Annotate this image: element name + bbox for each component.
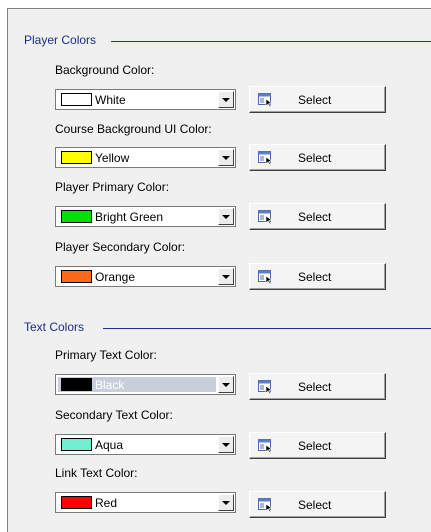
player-secondary-color-select-button[interactable]: Select xyxy=(249,263,386,290)
select-button-label: Select xyxy=(298,93,332,107)
player-colors-title: Player Colors xyxy=(24,33,98,47)
color-picker-icon xyxy=(258,498,273,512)
primary-text-color-value: Black xyxy=(95,377,125,392)
dropdown-button[interactable] xyxy=(218,91,234,108)
link-text-color-combo[interactable]: Red xyxy=(55,492,236,513)
dropdown-button[interactable] xyxy=(218,208,234,225)
link-text-color-selection: Red xyxy=(58,495,216,510)
secondary-text-color-selection: Aqua xyxy=(58,437,216,452)
secondary-text-color-combo[interactable]: Aqua xyxy=(55,434,236,455)
chevron-down-icon xyxy=(222,501,230,505)
chevron-down-icon xyxy=(222,443,230,447)
color-picker-icon xyxy=(258,93,273,107)
primary-text-color-select-button[interactable]: Select xyxy=(249,373,386,400)
background-color-select-button[interactable]: Select xyxy=(249,86,386,113)
course-background-ui-color-combo[interactable]: Yellow xyxy=(55,147,236,168)
course-background-ui-color-label: Course Background UI Color: xyxy=(55,122,212,136)
link-text-color-select-button[interactable]: Select xyxy=(249,491,386,518)
color-swatch xyxy=(61,93,92,106)
dropdown-button[interactable] xyxy=(218,376,234,393)
color-picker-icon xyxy=(258,439,273,453)
dropdown-button[interactable] xyxy=(218,436,234,453)
primary-text-color-selection: Black xyxy=(58,377,216,392)
background-color-label: Background Color: xyxy=(55,63,155,77)
color-picker-icon xyxy=(258,380,273,394)
link-text-color-value: Red xyxy=(95,495,118,510)
color-swatch xyxy=(61,210,92,223)
select-button-label: Select xyxy=(298,380,332,394)
background-color-value: White xyxy=(95,92,126,107)
dropdown-button[interactable] xyxy=(218,149,234,166)
chevron-down-icon xyxy=(222,98,230,102)
player-secondary-color-value: Orange xyxy=(95,269,136,284)
group-divider-player xyxy=(111,41,431,42)
select-button-label: Select xyxy=(298,210,332,224)
player-secondary-color-combo[interactable]: Orange xyxy=(55,266,236,287)
course-background-ui-color-value: Yellow xyxy=(95,150,130,165)
player-primary-color-select-button[interactable]: Select xyxy=(249,203,386,230)
select-button-label: Select xyxy=(298,151,332,165)
text-colors-title: Text Colors xyxy=(24,320,86,334)
color-picker-icon xyxy=(258,210,273,224)
color-swatch xyxy=(61,151,92,164)
player-secondary-color-label: Player Secondary Color: xyxy=(55,240,186,254)
color-swatch xyxy=(61,270,92,283)
link-text-color-label: Link Text Color: xyxy=(55,466,138,480)
color-picker-icon xyxy=(258,270,273,284)
color-swatch xyxy=(61,438,92,451)
background-color-combo[interactable]: White xyxy=(55,89,236,110)
player-primary-color-value: Bright Green xyxy=(95,209,164,224)
chevron-down-icon xyxy=(222,156,230,160)
player-primary-color-combo[interactable]: Bright Green xyxy=(55,206,236,227)
background-color-selection: White xyxy=(58,92,216,107)
player-primary-color-selection: Bright Green xyxy=(58,209,216,224)
primary-text-color-label: Primary Text Color: xyxy=(55,348,157,362)
color-swatch xyxy=(61,378,92,391)
select-button-label: Select xyxy=(298,498,332,512)
primary-text-color-combo[interactable]: Black xyxy=(55,374,236,395)
chevron-down-icon xyxy=(222,383,230,387)
color-picker-icon xyxy=(258,151,273,165)
dropdown-button[interactable] xyxy=(218,268,234,285)
group-divider-text xyxy=(103,328,431,329)
chevron-down-icon xyxy=(222,275,230,279)
chevron-down-icon xyxy=(222,215,230,219)
select-button-label: Select xyxy=(298,270,332,284)
course-background-ui-color-select-button[interactable]: Select xyxy=(249,144,386,171)
select-button-label: Select xyxy=(298,439,332,453)
secondary-text-color-value: Aqua xyxy=(95,437,124,452)
secondary-text-color-select-button[interactable]: Select xyxy=(249,432,386,459)
color-swatch xyxy=(61,496,92,509)
dropdown-button[interactable] xyxy=(218,494,234,511)
course-background-ui-color-selection: Yellow xyxy=(58,150,216,165)
player-primary-color-label: Player Primary Color: xyxy=(55,180,170,194)
player-secondary-color-selection: Orange xyxy=(58,269,216,284)
secondary-text-color-label: Secondary Text Color: xyxy=(55,408,173,422)
